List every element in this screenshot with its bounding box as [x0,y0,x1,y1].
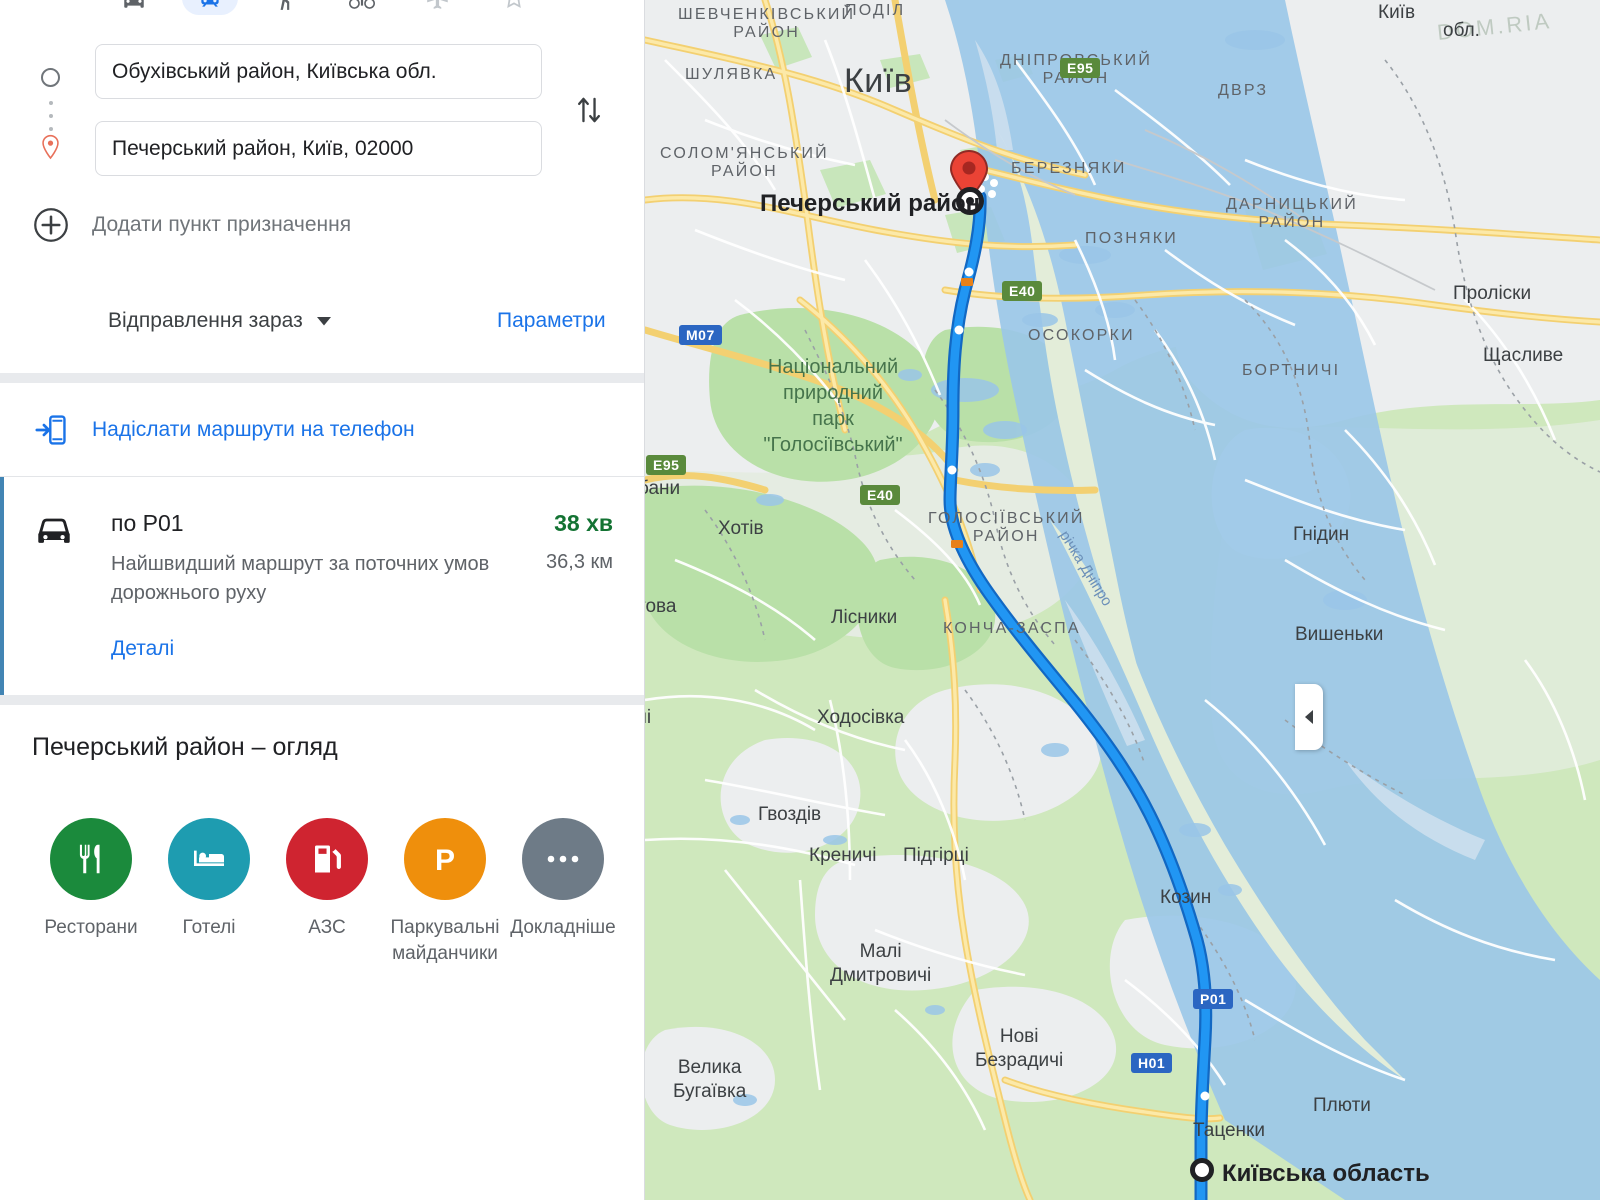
mode-flights[interactable] [400,0,476,17]
bike-icon [349,0,375,9]
send-to-phone-icon [35,414,66,445]
road-shield: H01 [1131,1053,1173,1073]
more-dots-icon [547,855,579,863]
restaurant-icon [79,844,100,874]
send-directions-to-phone-button[interactable]: Надіслати маршрути на телефон [0,383,644,477]
transport-mode-tabs [0,0,644,18]
dot-1 [48,101,53,105]
add-destination-button[interactable]: Додати пункт призначення [0,196,644,254]
overview-title: Печерський район – огляд [32,733,338,761]
route-result-card[interactable]: по Р01 38 хв Найшвидший маршрут за поточ… [0,477,644,695]
route-details-link[interactable]: Деталі [111,637,174,661]
destination-field-wrapper[interactable] [95,121,542,176]
route-description: Найшвидший маршрут за поточних умов доро… [111,553,490,604]
plus-circle-icon [34,208,68,242]
road-shield: M07 [679,325,722,345]
road-shield: P01 [1193,989,1234,1009]
origin-input[interactable] [96,45,541,98]
chip-label: Готелі [182,917,236,938]
chip-label: АЗС [308,917,346,938]
chip-gas-stations[interactable]: АЗС [268,818,386,966]
mode-cycling[interactable] [324,0,400,17]
chip-circle [286,818,368,900]
road-shield: E95 [646,455,687,475]
separator-2 [0,695,644,705]
departure-time-dropdown[interactable]: Відправлення зараз [108,309,331,333]
directions-panel: Додати пункт призначення Відправлення за… [0,0,645,1200]
car-icon [124,0,144,8]
origin-field-wrapper[interactable] [95,44,542,99]
origin-circle-icon [41,68,60,87]
destination-input[interactable] [96,122,541,175]
mode-walking[interactable] [248,0,324,17]
flight-icon [427,0,448,9]
send-to-phone-label: Надіслати маршрути на телефон [92,417,415,441]
chip-parking[interactable]: P Паркувальні майданчики [386,818,504,966]
options-link[interactable]: Параметри [497,309,606,333]
chip-label: Докладніше [510,917,616,938]
chevron-left-icon [1304,710,1313,724]
google-maps-directions-screen: Додати пункт призначення Відправлення за… [0,0,1600,1200]
chip-more[interactable]: Докладніше [504,818,622,966]
chip-hotels[interactable]: Готелі [150,818,268,966]
mode-driving[interactable] [96,0,172,17]
chip-restaurants[interactable]: Ресторани [32,818,150,966]
destination-pin-icon [42,134,59,160]
swap-endpoints-button[interactable] [566,87,612,133]
separator-1 [0,373,644,383]
chip-circle [522,818,604,900]
route-distance: 36,3 км [546,551,613,573]
depart-options-row: Відправлення зараз Параметри [0,282,644,360]
chevron-down-icon [316,316,331,325]
svg-text:P: P [435,844,455,877]
swap-vertical-icon [577,97,601,123]
chip-label: Паркувальні майданчики [390,917,500,964]
car-icon [38,518,70,543]
road-shield: E95 [1060,58,1101,78]
add-destination-label: Додати пункт призначення [92,213,352,236]
map-canvas[interactable]: Печерський район Київська область Київ D… [645,0,1600,1200]
category-chips: Ресторани Готелі АЗС P Паркувальні майда… [32,818,632,966]
mode-favorites[interactable] [476,0,552,17]
parking-icon: P [435,844,455,877]
departure-time-label: Відправлення зараз [108,309,303,332]
transit-icon [201,0,219,7]
collapse-panel-button[interactable] [1295,684,1323,750]
chip-circle [168,818,250,900]
chip-label: Ресторани [44,917,138,938]
route-endpoint-indicators [38,54,64,166]
route-title: по Р01 [111,510,184,536]
chip-circle [50,818,132,900]
dot-3 [48,127,53,131]
road-shield: E40 [1002,281,1043,301]
road-shield: E40 [860,485,901,505]
gas-station-icon [315,845,341,873]
hotel-icon [194,850,224,866]
chip-circle: P [404,818,486,900]
route-duration: 38 хв [554,510,613,536]
dot-2 [48,114,53,118]
endpoints-section [0,30,644,190]
walk-icon [280,0,290,10]
origin-marker-icon [1190,1158,1214,1182]
destination-target-icon [956,187,984,215]
route-polyline [943,173,1213,1200]
star-icon [507,0,521,9]
mode-transit[interactable] [172,0,248,17]
